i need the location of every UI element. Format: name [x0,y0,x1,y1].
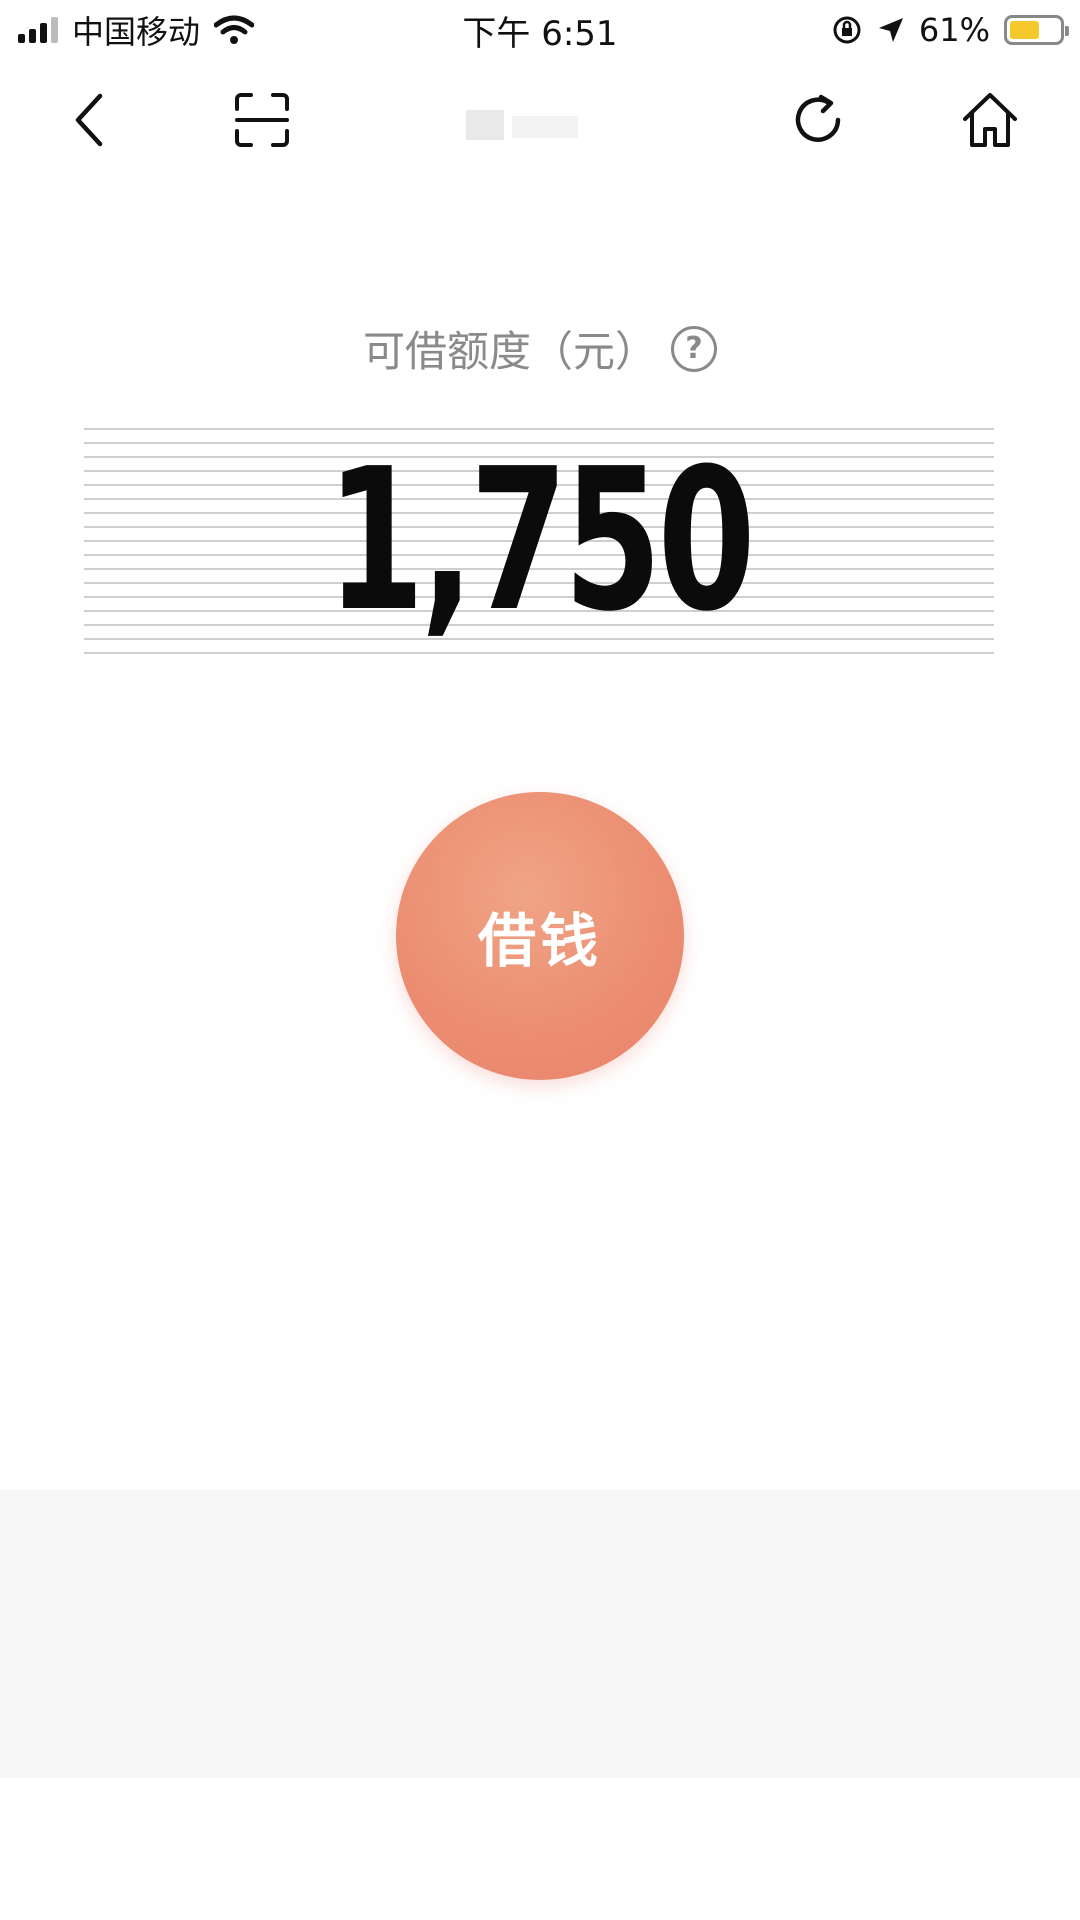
battery-icon [1004,15,1069,45]
battery-level [1010,21,1040,39]
signal-icon [18,17,58,43]
bottom-panel [0,1490,1080,1778]
status-left: 中国移动 [18,7,255,53]
wifi-icon [214,15,255,44]
scan-button[interactable] [230,88,294,152]
help-icon[interactable]: ? [671,325,717,372]
back-button[interactable] [58,88,122,152]
refresh-icon [795,94,841,142]
credit-limit-label: 可借额度（元） ? [0,318,1080,379]
credit-limit-text: 可借额度（元） [362,327,657,376]
battery-percent: 61% [918,11,990,49]
status-bar: 中国移动 下午 6:51 61% [0,0,1080,60]
loan-credit-screen: 中国移动 下午 6:51 61% 可借额度（元） ? 1,750 借钱 [0,0,1080,1920]
home-icon [963,93,1017,147]
page-title-obscured [466,110,578,140]
credit-amount: 1,750 [326,427,756,655]
credit-amount-panel: 1,750 [84,416,994,656]
refresh-button[interactable] [786,88,850,152]
scan-icon [235,93,289,147]
carrier-label: 中国移动 [72,13,201,51]
borrow-button[interactable]: 借钱 [396,792,684,1080]
home-button[interactable] [958,88,1022,152]
back-icon [75,93,103,147]
orientation-lock-icon [833,16,861,44]
location-icon [878,18,903,42]
nav-bar [0,70,1080,170]
status-right: 61% [831,11,1069,49]
